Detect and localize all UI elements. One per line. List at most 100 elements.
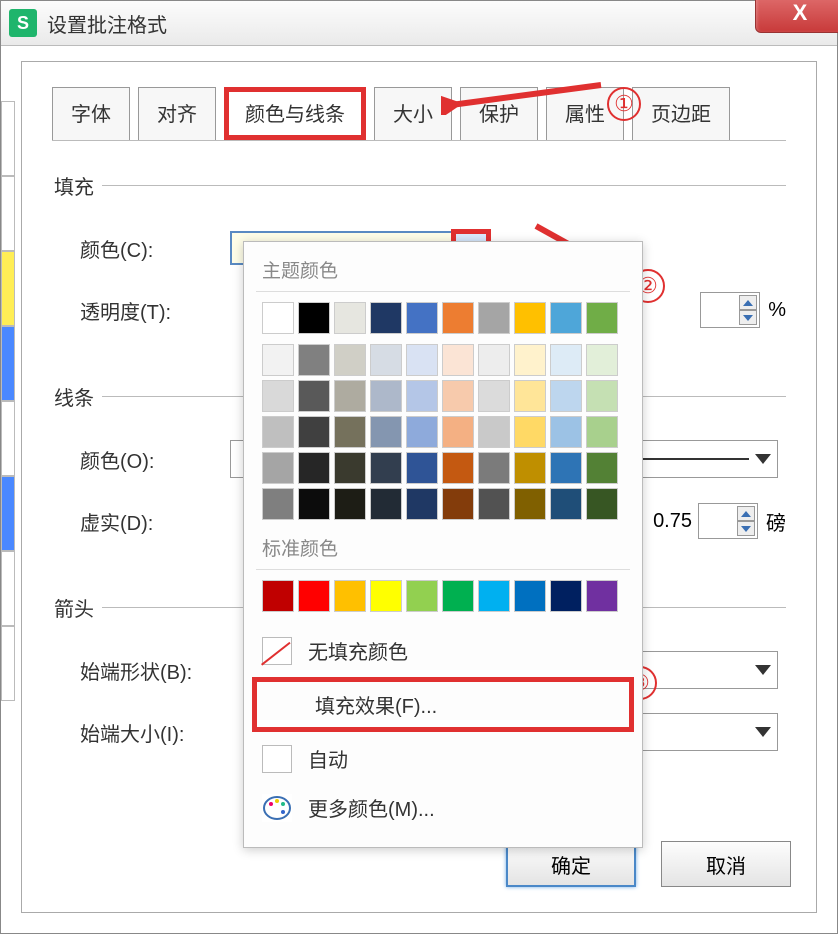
color-swatch[interactable] <box>442 344 474 376</box>
tab-font[interactable]: 字体 <box>52 87 130 140</box>
color-swatch[interactable] <box>478 380 510 412</box>
color-swatch[interactable] <box>334 302 366 334</box>
color-swatch[interactable] <box>298 380 330 412</box>
color-swatch[interactable] <box>298 488 330 520</box>
color-swatch[interactable] <box>550 416 582 448</box>
close-icon: X <box>793 0 808 26</box>
more-colors-item[interactable]: 更多颜色(M)... <box>244 783 642 832</box>
color-swatch[interactable] <box>370 416 402 448</box>
color-swatch[interactable] <box>370 380 402 412</box>
standard-swatches <box>262 580 624 612</box>
fill-legend: 填充 <box>52 171 102 200</box>
color-swatch[interactable] <box>298 416 330 448</box>
color-swatch[interactable] <box>262 416 294 448</box>
color-swatch[interactable] <box>262 452 294 484</box>
color-swatch[interactable] <box>478 580 510 612</box>
color-swatch[interactable] <box>442 488 474 520</box>
color-swatch[interactable] <box>442 380 474 412</box>
color-swatch[interactable] <box>406 580 438 612</box>
color-swatch[interactable] <box>442 580 474 612</box>
color-swatch[interactable] <box>478 344 510 376</box>
color-swatch[interactable] <box>298 580 330 612</box>
color-swatch[interactable] <box>514 416 546 448</box>
color-swatch[interactable] <box>442 452 474 484</box>
color-swatch[interactable] <box>478 452 510 484</box>
color-swatch[interactable] <box>406 416 438 448</box>
line-dash-label: 虚实(D): <box>80 507 230 536</box>
color-swatch[interactable] <box>550 380 582 412</box>
color-swatch[interactable] <box>550 452 582 484</box>
no-fill-icon <box>262 637 292 665</box>
color-swatch[interactable] <box>298 452 330 484</box>
tab-margins[interactable]: 页边距 <box>632 87 730 140</box>
color-swatch[interactable] <box>550 302 582 334</box>
color-swatch[interactable] <box>514 580 546 612</box>
color-swatch[interactable] <box>514 344 546 376</box>
spinner-up-icon[interactable] <box>737 506 755 521</box>
close-button[interactable]: X <box>755 0 838 33</box>
tab-protect[interactable]: 保护 <box>460 87 538 140</box>
window-title: 设置批注格式 <box>47 9 167 38</box>
tab-align[interactable]: 对齐 <box>138 87 216 140</box>
color-swatch[interactable] <box>406 302 438 334</box>
fill-effects-label: 填充效果(F)... <box>315 690 437 719</box>
color-swatch[interactable] <box>586 302 618 334</box>
color-swatch[interactable] <box>406 344 438 376</box>
color-swatch[interactable] <box>334 488 366 520</box>
color-swatch[interactable] <box>550 344 582 376</box>
line-weight-value: 0.75 <box>653 510 692 533</box>
color-swatch[interactable] <box>586 344 618 376</box>
color-swatch[interactable] <box>262 580 294 612</box>
color-swatch[interactable] <box>370 452 402 484</box>
color-swatch[interactable] <box>370 488 402 520</box>
background-cells <box>1 101 15 701</box>
color-swatch[interactable] <box>262 344 294 376</box>
color-swatch[interactable] <box>298 302 330 334</box>
color-swatch[interactable] <box>334 416 366 448</box>
color-swatch[interactable] <box>586 380 618 412</box>
color-swatch[interactable] <box>550 488 582 520</box>
color-swatch[interactable] <box>334 344 366 376</box>
color-swatch[interactable] <box>406 488 438 520</box>
tab-color-line[interactable]: 颜色与线条 <box>224 87 366 140</box>
color-swatch[interactable] <box>334 580 366 612</box>
color-swatch[interactable] <box>586 452 618 484</box>
no-fill-item[interactable]: 无填充颜色 <box>244 626 642 675</box>
color-swatch[interactable] <box>586 580 618 612</box>
fill-effects-item[interactable]: 填充效果(F)... <box>252 677 634 732</box>
color-swatch[interactable] <box>406 452 438 484</box>
color-swatch[interactable] <box>406 380 438 412</box>
color-swatch[interactable] <box>298 344 330 376</box>
spinner-down-icon[interactable] <box>737 521 755 536</box>
auto-icon <box>262 745 292 773</box>
color-swatch[interactable] <box>442 416 474 448</box>
color-swatch[interactable] <box>514 488 546 520</box>
color-swatch[interactable] <box>514 302 546 334</box>
color-swatch[interactable] <box>478 302 510 334</box>
dialog-window: S 设置批注格式 X 字体 对齐 颜色与线条 大小 保护 属性 页边距 填充 颜… <box>0 0 838 934</box>
color-swatch[interactable] <box>262 302 294 334</box>
color-swatch[interactable] <box>370 580 402 612</box>
color-swatch[interactable] <box>586 488 618 520</box>
spinner-down-icon[interactable] <box>739 310 757 325</box>
color-swatch[interactable] <box>262 488 294 520</box>
color-swatch[interactable] <box>370 302 402 334</box>
color-swatch[interactable] <box>586 416 618 448</box>
color-swatch[interactable] <box>550 580 582 612</box>
color-swatch[interactable] <box>334 380 366 412</box>
color-swatch[interactable] <box>442 302 474 334</box>
transparency-spinner[interactable] <box>700 292 760 328</box>
color-swatch[interactable] <box>478 416 510 448</box>
tab-size[interactable]: 大小 <box>374 87 452 140</box>
color-swatch[interactable] <box>514 380 546 412</box>
chevron-down-icon <box>755 454 771 464</box>
color-swatch[interactable] <box>514 452 546 484</box>
line-weight-spinner[interactable] <box>698 503 758 539</box>
color-swatch[interactable] <box>334 452 366 484</box>
auto-color-item[interactable]: 自动 <box>244 734 642 783</box>
color-swatch[interactable] <box>262 380 294 412</box>
color-swatch[interactable] <box>370 344 402 376</box>
cancel-button[interactable]: 取消 <box>661 841 791 887</box>
color-swatch[interactable] <box>478 488 510 520</box>
spinner-up-icon[interactable] <box>739 295 757 310</box>
